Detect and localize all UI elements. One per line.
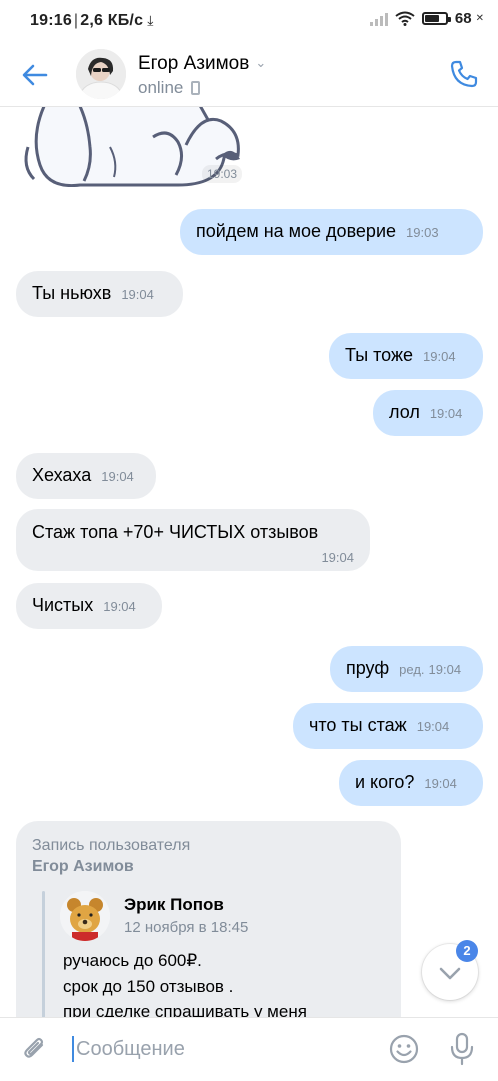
message-text: Ты ньюхв — [32, 283, 112, 303]
unread-count-badge: 2 — [456, 940, 478, 962]
message-text: пойдем на мое доверие — [196, 221, 397, 241]
text-cursor — [72, 1036, 74, 1062]
mobile-device-icon — [191, 81, 201, 95]
phone-call-icon[interactable] — [448, 58, 480, 90]
chevron-down-icon: ⌄ — [255, 55, 267, 70]
message-time: 19:04 — [423, 349, 456, 364]
message-time: 19:04 — [429, 406, 463, 421]
clock: 19:16 — [30, 12, 72, 29]
notification-close-icon: ✕ — [475, 13, 484, 24]
message-time: 19:04 — [428, 662, 462, 677]
message-text: Хехаха — [32, 465, 92, 485]
network-speed: 2,6 КБ/с — [80, 12, 144, 29]
status-bar: 19:16 | 2,6 КБ/с ⤓ 68 ✕ — [0, 0, 498, 44]
message-list[interactable]: 19:03 пойдем на мое доверие 19:03 Ты ньюх… — [0, 107, 498, 1017]
wifi-icon — [395, 11, 415, 26]
message-text: пруф — [346, 658, 390, 678]
message-text: Ты тоже — [345, 345, 414, 365]
battery-icon — [421, 12, 451, 25]
message-outgoing[interactable]: пруф ред. 19:04 — [330, 646, 483, 692]
repost-author[interactable]: Егор Азимов — [32, 858, 134, 876]
message-text: лол — [389, 402, 420, 422]
original-post-date: 12 ноября в 18:45 — [124, 919, 249, 936]
message-incoming[interactable]: Ты ньюхв 19:04 — [16, 271, 183, 317]
message-outgoing[interactable]: и кого? 19:04 — [339, 760, 483, 806]
message-outgoing[interactable]: лол 19:04 — [373, 390, 483, 436]
repost-message[interactable]: Запись пользователя Егор Азимов Эрик Поп… — [16, 821, 401, 1017]
message-outgoing[interactable]: пойдем на мое доверие 19:03 — [180, 209, 483, 255]
sticker-time: 19:03 — [202, 165, 243, 183]
message-input[interactable] — [76, 1034, 366, 1064]
message-time: 19:04 — [103, 599, 136, 614]
download-icon: ⤓ — [147, 12, 154, 28]
message-text: и кого? — [355, 772, 415, 792]
message-text: что ты стаж — [309, 715, 407, 735]
paperclip-icon[interactable] — [20, 1034, 50, 1064]
repost-text-line: при сделке спрашивать у меня — [63, 1002, 307, 1017]
original-author-avatar[interactable] — [60, 891, 110, 941]
message-text: Чистых — [32, 595, 94, 615]
emoji-icon[interactable] — [388, 1033, 420, 1065]
original-author-name[interactable]: Эрик Попов — [124, 895, 224, 915]
message-time: 19:04 — [321, 550, 354, 565]
microphone-icon[interactable] — [448, 1032, 476, 1066]
back-arrow-icon[interactable] — [20, 60, 50, 90]
contact-avatar[interactable] — [76, 49, 126, 99]
chat-header: Егор Азимов ⌄ online — [0, 44, 498, 107]
message-outgoing[interactable]: что ты стаж 19:04 — [293, 703, 483, 749]
message-text: Стаж топа +70+ ЧИСТЫХ отзывов — [32, 522, 319, 542]
message-incoming[interactable]: Хехаха 19:04 — [16, 453, 156, 499]
contact-status-text: online — [138, 78, 184, 97]
message-composer — [0, 1017, 498, 1081]
message-incoming[interactable]: Стаж топа +70+ ЧИСТЫХ отзывов 19:04 — [16, 509, 370, 571]
message-time: 19:04 — [121, 287, 154, 302]
message-time: 19:04 — [416, 719, 450, 734]
message-time: 19:04 — [101, 469, 134, 484]
status-right: 68 ✕ — [369, 10, 484, 27]
message-incoming[interactable]: Чистых 19:04 — [16, 583, 162, 629]
contact-name-text: Егор Азимов — [138, 53, 250, 74]
repost-text-line: срок до 150 отзывов . — [63, 977, 234, 996]
signal-icon — [369, 12, 388, 26]
battery-percent: 68 — [454, 10, 472, 27]
edited-label: ред. — [399, 662, 425, 677]
contact-status: online — [138, 78, 201, 98]
repost-text-line: ручаюсь до 600₽. — [63, 951, 202, 970]
status-left: 19:16 | 2,6 КБ/с ⤓ — [30, 12, 154, 30]
message-time: 19:04 — [424, 776, 457, 791]
contact-name[interactable]: Егор Азимов ⌄ — [138, 53, 266, 75]
status-separator: | — [73, 12, 79, 29]
message-time: 19:03 — [406, 225, 439, 240]
message-outgoing[interactable]: Ты тоже 19:04 — [329, 333, 483, 379]
repost-quote-bar — [42, 891, 45, 1017]
repost-title: Запись пользователя — [32, 837, 191, 854]
battery-fill — [424, 15, 439, 22]
